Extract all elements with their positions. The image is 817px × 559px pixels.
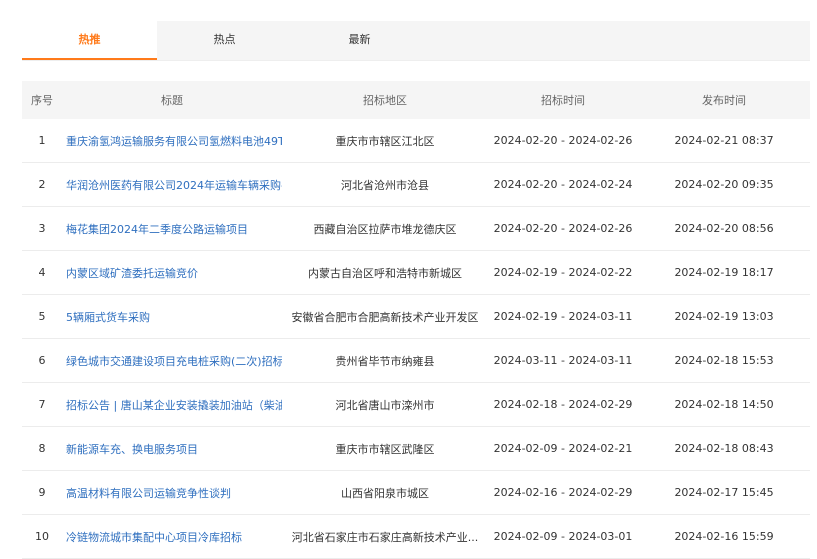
table-row: 8 新能源车充、换电服务项目 重庆市市辖区武隆区 2024-02-09 - 20… [22, 426, 810, 471]
row-title-link[interactable]: 内蒙区域矿渣委托运输竞价 [62, 250, 282, 295]
row-publish-time: 2024-02-16 15:59 [638, 514, 810, 559]
row-publish-time: 2024-02-19 18:17 [638, 250, 810, 295]
row-publish-time: 2024-02-18 15:53 [638, 338, 810, 383]
row-publish-time: 2024-02-20 09:35 [638, 162, 810, 207]
table-row: 5 5辆厢式货车采购 安徽省合肥市合肥高新技术产业开发区 2024-02-19 … [22, 294, 810, 339]
row-region: 内蒙古自治区呼和浩特市新城区 [282, 250, 488, 295]
row-publish-time: 2024-02-18 14:50 [638, 382, 810, 427]
row-title-link[interactable]: 高温材料有限公司运输竞争性谈判 [62, 470, 282, 515]
row-title-link[interactable]: 华润沧州医药有限公司2024年运输车辆采购- [62, 162, 282, 207]
row-index: 2 [22, 162, 62, 207]
header-title: 标题 [62, 81, 282, 119]
row-index: 4 [22, 250, 62, 295]
header-index: 序号 [22, 81, 62, 119]
row-region: 河北省石家庄市石家庄高新技术产业... [282, 514, 488, 559]
row-title-link[interactable]: 新能源车充、换电服务项目 [62, 426, 282, 471]
bid-table: 序号 标题 招标地区 招标时间 发布时间 1 重庆渝氢鸿运输服务有限公司氢燃料电… [22, 81, 810, 559]
row-title-link[interactable]: 冷链物流城市集配中心项目冷库招标 [62, 514, 282, 559]
row-region: 重庆市市辖区江北区 [282, 119, 488, 163]
table-row: 4 内蒙区域矿渣委托运输竞价 内蒙古自治区呼和浩特市新城区 2024-02-19… [22, 250, 810, 295]
row-bid-time: 2024-02-09 - 2024-03-01 [488, 514, 638, 559]
row-region: 安徽省合肥市合肥高新技术产业开发区 [282, 294, 488, 339]
row-title-link[interactable]: 重庆渝氢鸿运输服务有限公司氢燃料电池49T [62, 119, 282, 163]
row-publish-time: 2024-02-21 08:37 [638, 119, 810, 163]
row-index: 7 [22, 382, 62, 427]
row-title-link[interactable]: 梅花集团2024年二季度公路运输项目 [62, 206, 282, 251]
bid-list-panel: 热推 热点 最新 序号 标题 招标地区 招标时间 发布时间 1 重庆渝氢鸿运输服… [0, 0, 817, 559]
row-bid-time: 2024-03-11 - 2024-03-11 [488, 338, 638, 383]
row-region: 西藏自治区拉萨市堆龙德庆区 [282, 206, 488, 251]
row-bid-time: 2024-02-19 - 2024-02-22 [488, 250, 638, 295]
header-region: 招标地区 [282, 81, 488, 119]
row-title-link[interactable]: 绿色城市交通建设项目充电桩采购(二次)招标 [62, 338, 282, 383]
table-header-row: 序号 标题 招标地区 招标时间 发布时间 [22, 81, 810, 119]
row-region: 重庆市市辖区武隆区 [282, 426, 488, 471]
table-row: 10 冷链物流城市集配中心项目冷库招标 河北省石家庄市石家庄高新技术产业... … [22, 514, 810, 559]
table-row: 2 华润沧州医药有限公司2024年运输车辆采购- 河北省沧州市沧县 2024-0… [22, 162, 810, 207]
table-body: 1 重庆渝氢鸿运输服务有限公司氢燃料电池49T 重庆市市辖区江北区 2024-0… [22, 119, 810, 559]
header-publish-time: 发布时间 [638, 81, 810, 119]
row-publish-time: 2024-02-19 13:03 [638, 294, 810, 339]
table-row: 6 绿色城市交通建设项目充电桩采购(二次)招标 贵州省毕节市纳雍县 2024-0… [22, 338, 810, 383]
row-title-link[interactable]: 招标公告 | 唐山某企业安装撬装加油站（柴油 [62, 382, 282, 427]
row-bid-time: 2024-02-20 - 2024-02-26 [488, 206, 638, 251]
row-bid-time: 2024-02-16 - 2024-02-29 [488, 470, 638, 515]
row-bid-time: 2024-02-19 - 2024-03-11 [488, 294, 638, 339]
row-publish-time: 2024-02-20 08:56 [638, 206, 810, 251]
row-index: 3 [22, 206, 62, 251]
row-region: 河北省沧州市沧县 [282, 162, 488, 207]
row-region: 贵州省毕节市纳雍县 [282, 338, 488, 383]
row-region: 河北省唐山市滦州市 [282, 382, 488, 427]
row-index: 1 [22, 119, 62, 163]
row-region: 山西省阳泉市城区 [282, 470, 488, 515]
row-bid-time: 2024-02-20 - 2024-02-26 [488, 119, 638, 163]
tab-bar: 热推 热点 最新 [22, 21, 810, 61]
table-row: 9 高温材料有限公司运输竞争性谈判 山西省阳泉市城区 2024-02-16 - … [22, 470, 810, 515]
tab-latest[interactable]: 最新 [292, 21, 427, 60]
row-index: 9 [22, 470, 62, 515]
row-index: 10 [22, 514, 62, 559]
row-publish-time: 2024-02-17 15:45 [638, 470, 810, 515]
header-bid-time: 招标时间 [488, 81, 638, 119]
row-bid-time: 2024-02-18 - 2024-02-29 [488, 382, 638, 427]
tab-hot-topics[interactable]: 热点 [157, 21, 292, 60]
row-index: 5 [22, 294, 62, 339]
table-row: 1 重庆渝氢鸿运输服务有限公司氢燃料电池49T 重庆市市辖区江北区 2024-0… [22, 119, 810, 163]
row-index: 6 [22, 338, 62, 383]
table-row: 7 招标公告 | 唐山某企业安装撬装加油站（柴油 河北省唐山市滦州市 2024-… [22, 382, 810, 427]
row-bid-time: 2024-02-09 - 2024-02-21 [488, 426, 638, 471]
row-title-link[interactable]: 5辆厢式货车采购 [62, 294, 282, 339]
row-index: 8 [22, 426, 62, 471]
tab-hot-recommend[interactable]: 热推 [22, 21, 157, 60]
row-publish-time: 2024-02-18 08:43 [638, 426, 810, 471]
table-row: 3 梅花集团2024年二季度公路运输项目 西藏自治区拉萨市堆龙德庆区 2024-… [22, 206, 810, 251]
row-bid-time: 2024-02-20 - 2024-02-24 [488, 162, 638, 207]
